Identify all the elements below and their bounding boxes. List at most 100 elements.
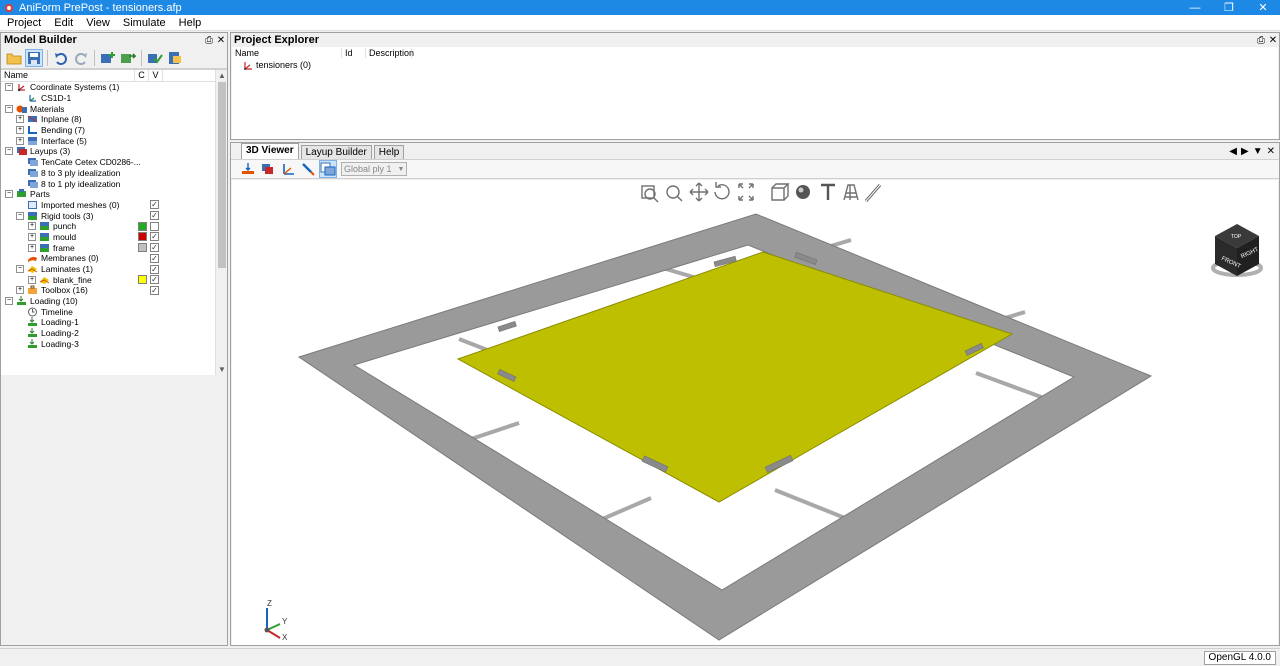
- tree-item-cs1d-1[interactable]: CS1D-1: [1, 93, 227, 104]
- tree-item-loading[interactable]: − Loading (10): [1, 296, 227, 307]
- tree-item-laminates[interactable]: − Laminates (1) ✓: [1, 264, 227, 275]
- column-id[interactable]: Id: [342, 48, 366, 58]
- tree-item-imported-meshes[interactable]: Imported meshes (0) ✓: [1, 200, 227, 211]
- color-swatch[interactable]: [138, 221, 147, 231]
- collapse-icon[interactable]: −: [5, 104, 13, 113]
- close-icon[interactable]: ✕: [1267, 146, 1275, 157]
- tree-item-layups[interactable]: − Layups (3): [1, 146, 227, 157]
- menu-edit[interactable]: Edit: [47, 17, 79, 29]
- visibility-checkbox[interactable]: ✓: [150, 253, 159, 263]
- validate-icon[interactable]: [146, 49, 164, 67]
- tree-item-inplane[interactable]: + Inplane (8): [1, 114, 227, 125]
- tree-item-rigid-tools[interactable]: − Rigid tools (3) ✓: [1, 210, 227, 221]
- measure-icon[interactable]: [864, 184, 882, 202]
- tree-item-layup-8-to-1[interactable]: 8 to 1 ply idealization: [1, 178, 227, 189]
- tab-help[interactable]: Help: [373, 145, 405, 159]
- mesh-view-icon[interactable]: [843, 184, 859, 201]
- redo-icon[interactable]: [72, 49, 90, 67]
- tree-item-materials[interactable]: − Materials: [1, 103, 227, 114]
- tree-item-loading-2[interactable]: Loading-2: [1, 328, 227, 339]
- tree-item-bending[interactable]: + Bending (7): [1, 125, 227, 136]
- fit-view-icon[interactable]: [738, 183, 754, 201]
- tree-item-layup-8-to-3[interactable]: 8 to 3 ply idealization: [1, 168, 227, 179]
- tab-layup-builder[interactable]: Layup Builder: [300, 145, 372, 159]
- pan-icon[interactable]: [689, 182, 709, 202]
- collapse-icon[interactable]: −: [16, 211, 24, 220]
- tree-item-loading-1[interactable]: Loading-1: [1, 317, 227, 328]
- minimize-button[interactable]: —: [1178, 0, 1212, 15]
- view-cube-top[interactable]: TOP: [1231, 234, 1242, 240]
- brush-icon[interactable]: [299, 160, 317, 178]
- color-swatch[interactable]: [138, 243, 147, 253]
- visibility-checkbox[interactable]: ✓: [150, 243, 159, 253]
- menu-view[interactable]: View: [79, 17, 116, 29]
- layers-icon[interactable]: [259, 160, 277, 178]
- ply-view-icon[interactable]: [319, 160, 337, 178]
- view-cube[interactable]: FRONT RIGHT TOP: [1211, 224, 1263, 277]
- tree-item-parts[interactable]: − Parts: [1, 189, 227, 200]
- project-item-tensioners[interactable]: tensioners (0): [232, 59, 1278, 71]
- visibility-checkbox[interactable]: ✓: [150, 211, 159, 221]
- tree-item-toolbox[interactable]: + Toolbox (16) ✓: [1, 285, 227, 296]
- expand-icon[interactable]: +: [16, 126, 24, 135]
- column-c[interactable]: C: [135, 70, 149, 81]
- axis-tool-icon[interactable]: [279, 160, 297, 178]
- import-icon[interactable]: [119, 49, 137, 67]
- scroll-down-icon[interactable]: ▼: [216, 364, 227, 375]
- tree-item-punch[interactable]: + punch: [1, 221, 227, 232]
- collapse-icon[interactable]: −: [5, 297, 13, 306]
- column-description[interactable]: Description: [366, 48, 414, 58]
- tree-item-frame[interactable]: + frame ✓: [1, 242, 227, 253]
- 3d-canvas[interactable]: FRONT RIGHT TOP Z Y X: [232, 180, 1278, 645]
- expand-icon[interactable]: +: [28, 243, 36, 252]
- expand-icon[interactable]: +: [16, 115, 24, 124]
- undo-icon[interactable]: [52, 49, 70, 67]
- tab-scroll-left-icon[interactable]: ◀: [1229, 146, 1237, 157]
- scroll-up-icon[interactable]: ▲: [216, 70, 227, 82]
- menu-project[interactable]: Project: [0, 17, 47, 29]
- box-view-icon[interactable]: [771, 183, 790, 201]
- tree-item-layup-tencate[interactable]: TenCate Cetex CD0286-...: [1, 157, 227, 168]
- zoom-region-icon[interactable]: [641, 185, 659, 203]
- expand-icon[interactable]: +: [16, 136, 24, 145]
- column-v[interactable]: V: [149, 70, 163, 81]
- menu-simulate[interactable]: Simulate: [116, 17, 172, 29]
- expand-icon[interactable]: +: [28, 232, 36, 241]
- tree-scrollbar[interactable]: ▲ ▼: [215, 70, 227, 375]
- close-window-button[interactable]: ✕: [1246, 0, 1280, 15]
- text-label-icon[interactable]: [821, 183, 835, 200]
- tree-item-membranes[interactable]: Membranes (0) ✓: [1, 253, 227, 264]
- collapse-icon[interactable]: −: [5, 147, 13, 156]
- restore-button[interactable]: ❐: [1212, 0, 1246, 15]
- expand-icon[interactable]: +: [16, 286, 24, 295]
- tree-item-coordinate-systems[interactable]: − Coordinate Systems (1): [1, 82, 227, 93]
- open-folder-icon[interactable]: [5, 49, 23, 67]
- rotate-icon[interactable]: [714, 182, 730, 200]
- tree-item-loading-3[interactable]: Loading-3: [1, 338, 227, 350]
- color-swatch[interactable]: [138, 232, 147, 242]
- collapse-icon[interactable]: −: [16, 265, 24, 274]
- visibility-checkbox[interactable]: ✓: [150, 232, 159, 242]
- visibility-checkbox[interactable]: ✓: [150, 275, 159, 285]
- tab-scroll-right-icon[interactable]: ▶: [1241, 146, 1249, 157]
- tree-item-mould[interactable]: + mould ✓: [1, 232, 227, 243]
- tree-item-interface[interactable]: + Interface (5): [1, 135, 227, 146]
- add-item-icon[interactable]: [99, 49, 117, 67]
- expand-icon[interactable]: +: [28, 275, 36, 284]
- column-name[interactable]: Name: [1, 70, 135, 81]
- tab-3d-viewer[interactable]: 3D Viewer: [241, 143, 299, 159]
- pin-icon[interactable]: ⎙: [203, 35, 215, 46]
- ply-select[interactable]: Global ply 1 ▼: [341, 162, 407, 176]
- save-icon[interactable]: [25, 48, 43, 67]
- visibility-checkbox[interactable]: ✓: [150, 200, 159, 210]
- tab-list-icon[interactable]: ▼: [1253, 146, 1263, 157]
- visibility-checkbox[interactable]: ✓: [150, 285, 159, 295]
- pin-icon[interactable]: ⎙: [1255, 35, 1267, 46]
- visibility-checkbox[interactable]: ✓: [150, 264, 159, 274]
- tree-item-timeline[interactable]: Timeline: [1, 306, 227, 317]
- column-name[interactable]: Name: [232, 48, 342, 58]
- scrollbar-thumb[interactable]: [218, 82, 226, 268]
- visibility-checkbox[interactable]: [150, 221, 159, 231]
- color-swatch[interactable]: [138, 275, 147, 285]
- close-icon[interactable]: ✕: [1267, 35, 1279, 46]
